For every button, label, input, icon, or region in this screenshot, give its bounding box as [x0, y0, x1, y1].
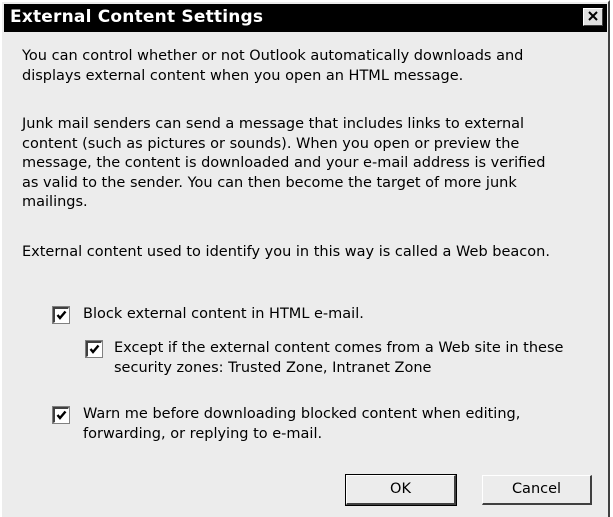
junk-line: Junk mail senders can send a message tha… [22, 116, 525, 132]
block-external-checkbox[interactable] [52, 306, 70, 324]
except-zones-text: security zones: Trusted Zone, Intranet Z… [114, 359, 432, 376]
junk-line: as valid to the sender. You can then bec… [22, 174, 517, 191]
intro-line: You can control whether or not Outlook a… [22, 48, 524, 64]
web-beacon-line: External content used to identify you in… [22, 244, 550, 260]
block-external-label[interactable]: Block external content in HTML e-mail. [83, 305, 364, 325]
warn-before-checkbox[interactable] [52, 406, 70, 424]
warn-before-text: forwarding, or replying to e-mail. [83, 425, 323, 442]
intro-line: displays external content when you open … [22, 67, 464, 84]
except-zones-text: Except if the external content comes fro… [114, 340, 564, 356]
block-external-text: Block external content in HTML e-mail. [83, 306, 364, 322]
title-bar[interactable]: External Content Settings [4, 4, 607, 32]
close-icon [588, 11, 598, 21]
close-button[interactable] [583, 8, 603, 26]
except-zones-checkbox[interactable] [85, 340, 103, 358]
except-zones-label[interactable]: Except if the external content comes fro… [114, 339, 563, 378]
ok-button[interactable]: OK [345, 474, 457, 506]
web-beacon-paragraph: External content used to identify you in… [22, 243, 550, 263]
warn-before-label[interactable]: Warn me before downloading blocked conte… [83, 405, 520, 444]
junk-line: mailings. [22, 194, 88, 210]
junk-mail-paragraph: Junk mail senders can send a message tha… [22, 115, 545, 213]
intro-paragraph: You can control whether or not Outlook a… [22, 47, 523, 86]
warn-before-text: Warn me before downloading blocked conte… [83, 406, 521, 422]
checkmark-icon [56, 410, 67, 420]
checkmark-icon [56, 310, 67, 320]
external-content-settings-dialog: External Content Settings You can contro… [0, 0, 610, 517]
checkmark-icon [89, 344, 100, 354]
junk-line: message, the content is downloaded and y… [22, 155, 546, 171]
dialog-title: External Content Settings [10, 7, 264, 27]
cancel-button[interactable]: Cancel [482, 475, 592, 505]
junk-line: content (such as pictures or sounds). Wh… [22, 135, 520, 152]
